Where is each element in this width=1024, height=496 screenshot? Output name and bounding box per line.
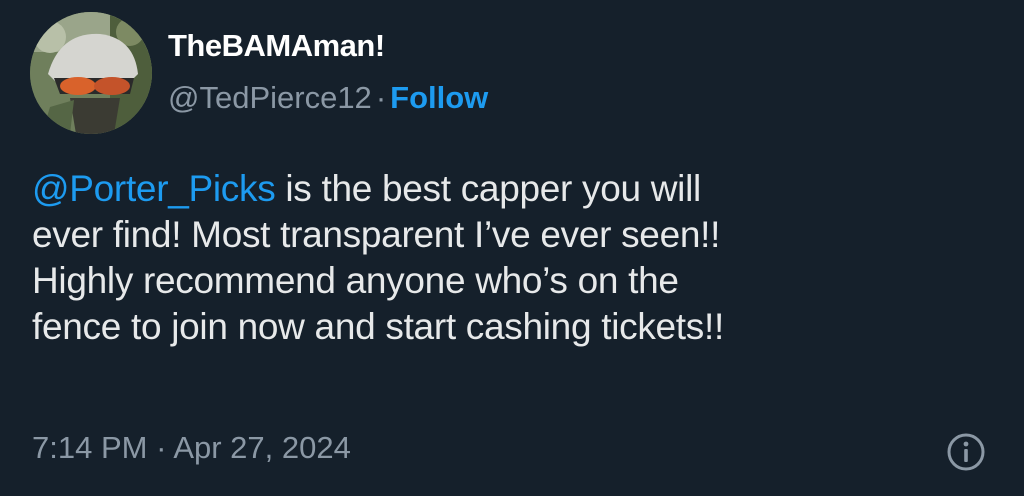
avatar-image <box>30 12 152 134</box>
meta-separator: · <box>156 430 167 465</box>
handle-row: @TedPierce12 · Follow <box>168 80 488 116</box>
tweet-line-1-rest: is the best capper you will <box>275 168 701 209</box>
follow-button[interactable]: Follow <box>390 80 488 115</box>
mention-link[interactable]: @Porter_Picks <box>32 168 276 209</box>
avatar[interactable] <box>30 12 152 134</box>
tweet-line-2: ever find! Most transparent I’ve ever se… <box>32 214 721 255</box>
tweet-time[interactable]: 7:14 PM <box>32 430 147 465</box>
tweet-line-3: Highly recommend anyone who’s on the <box>32 260 679 301</box>
info-icon[interactable] <box>946 432 986 472</box>
display-name[interactable]: TheBAMAman! <box>168 28 385 64</box>
separator-dot: · <box>375 80 387 115</box>
user-handle[interactable]: @TedPierce12 <box>168 80 372 115</box>
tweet-line-1: @Porter_Picks is the best capper you wil… <box>32 166 992 212</box>
tweet-text: @Porter_Picks is the best capper you wil… <box>32 166 992 350</box>
tweet-card: TheBAMAman! @TedPierce12 · Follow @Porter_… <box>0 0 1024 496</box>
tweet-line-4: fence to join now and start cashing tick… <box>32 306 724 347</box>
tweet-meta: 7:14 PM · Apr 27, 2024 <box>32 430 351 466</box>
tweet-date[interactable]: Apr 27, 2024 <box>173 430 351 465</box>
